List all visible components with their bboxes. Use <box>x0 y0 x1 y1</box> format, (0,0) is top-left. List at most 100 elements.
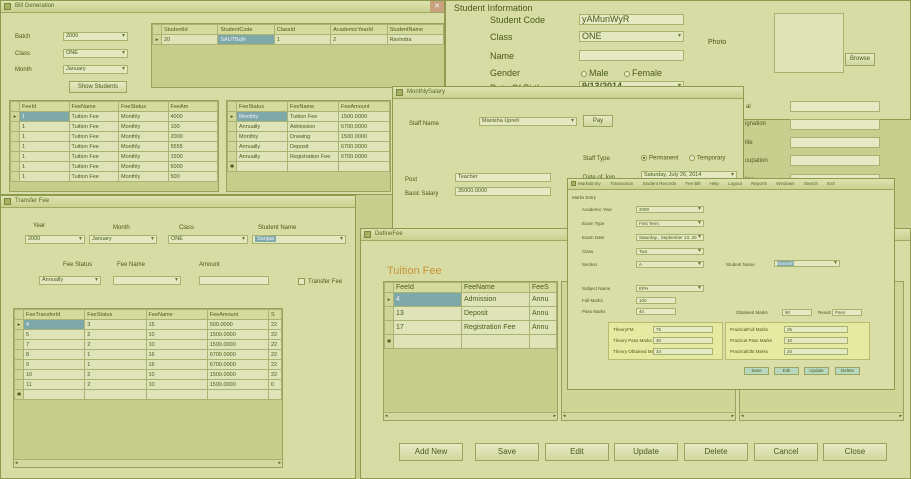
menu-windows[interactable]: Windows <box>776 181 794 186</box>
year-select[interactable]: 2000 <box>25 235 85 244</box>
post-field[interactable]: Teacher <box>455 173 551 182</box>
practical-pass-field[interactable]: 10 <box>784 337 848 344</box>
gender-male-radio[interactable]: Male <box>581 68 609 78</box>
right-field-1[interactable] <box>790 101 880 112</box>
temporary-radio[interactable]: Temporary <box>689 155 725 162</box>
column-header[interactable]: FeeAmount <box>338 101 390 112</box>
result-field[interactable]: Pass <box>832 309 862 316</box>
student-name-select[interactable]: Ramesh <box>774 260 840 267</box>
exam-date-picker[interactable]: Saturday , September 13, 20 <box>636 234 704 241</box>
table-row[interactable]: Annually Admission 6700.0000 <box>227 121 390 132</box>
marks-update-button[interactable]: Update <box>804 367 829 375</box>
section-select[interactable]: A <box>636 261 704 268</box>
column-header[interactable]: FeeName <box>145 309 208 320</box>
pass-marks-field[interactable]: 40 <box>636 308 676 315</box>
menu-student-records[interactable]: Student Records <box>643 181 677 186</box>
menu-logout[interactable]: Logout <box>728 181 742 186</box>
column-header[interactable]: FeeName <box>68 101 119 112</box>
right-field-4[interactable] <box>790 155 880 166</box>
column-header[interactable]: AcademicYearId <box>330 24 388 35</box>
menu-reports[interactable]: Reports <box>751 181 767 186</box>
save-button[interactable]: Save <box>475 443 539 461</box>
student-name-select[interactable]: Sanjaa <box>252 235 346 244</box>
table-row[interactable]: 5 2 10 1500.0000 22 <box>14 329 282 340</box>
menu-search[interactable]: Search <box>804 181 818 186</box>
fee-status-select[interactable]: Annually <box>39 276 101 285</box>
table-row[interactable]: Annually Deposit 6700.0000 <box>227 141 390 152</box>
month-select[interactable]: January <box>89 235 157 244</box>
student-code-field[interactable]: yAMunWyR <box>579 14 684 25</box>
marks-delete-button[interactable]: Delete <box>835 367 860 375</box>
table-row[interactable]: Annually Registration Fee 6700.0000 <box>227 151 390 162</box>
transfer-grid[interactable]: FeeTransferId FeeStatus FeeName FeeAmount S … <box>13 308 283 468</box>
new-row[interactable]: ✱ <box>384 334 557 349</box>
subject-name-select[interactable]: EPH <box>636 285 704 292</box>
cancel-button[interactable]: Cancel <box>754 443 818 461</box>
menu-fee-bill[interactable]: Fee Bill <box>685 181 700 186</box>
pay-button[interactable]: Pay <box>583 115 613 127</box>
table-row[interactable]: 1 Tuition Fee Monthly 1500 <box>10 151 218 162</box>
column-header[interactable]: FeeStatus <box>236 101 288 112</box>
close-icon[interactable]: ✕ <box>430 1 444 12</box>
marks-save-button[interactable]: Save <box>744 367 769 375</box>
class-select[interactable]: ONE <box>168 235 248 244</box>
table-row[interactable]: 1 Tuition Fee Monthly 5000 <box>10 161 218 172</box>
column-header[interactable]: FeeStatus <box>84 309 147 320</box>
menu-transaction[interactable]: Transaction <box>610 181 633 186</box>
month-select[interactable]: January <box>63 65 128 74</box>
transfer-fee-titlebar[interactable]: Transfer Fee <box>1 196 355 208</box>
practical-obtained-field[interactable]: 20 <box>784 348 848 355</box>
table-row[interactable]: 11 2 10 1500.0000 0 <box>14 379 282 390</box>
column-header[interactable]: FeeAm <box>167 101 218 112</box>
fee-grid[interactable]: FeeId FeeName FeeStatus FeeAm ▸ 1 Tuition Fee… <box>9 100 219 192</box>
student-grid[interactable]: StudentId StudentCode ClassId AcademicYearI… <box>151 23 444 88</box>
column-header[interactable]: StudentCode <box>217 24 275 35</box>
theory-pass-field[interactable]: 30 <box>653 337 713 344</box>
class-select[interactable]: ONE <box>579 31 684 42</box>
column-header[interactable]: FeeTransferId <box>22 309 86 320</box>
table-row[interactable]: ✱ <box>227 161 390 172</box>
new-row[interactable]: ✱ <box>14 389 282 400</box>
gender-female-radio[interactable]: Female <box>624 68 662 78</box>
exam-type-select[interactable]: First Term <box>636 220 704 227</box>
update-button[interactable]: Update <box>614 443 678 461</box>
horizontal-scrollbar[interactable]: ◂ ▸ <box>14 459 282 467</box>
column-header[interactable]: FeeS <box>529 282 557 293</box>
name-field[interactable] <box>579 50 684 61</box>
horizontal-scrollbar[interactable]: ◂ ▸ <box>562 412 735 420</box>
theory-obtained-field[interactable]: 34 <box>653 348 713 355</box>
staff-name-select[interactable]: Manisha Upreti <box>479 117 577 126</box>
batch-select[interactable]: 2000 <box>63 32 128 41</box>
fee-status-grid[interactable]: FeeStatus FeeName FeeAmount ▸ Monthly Tuitio… <box>226 100 391 192</box>
academic-year-select[interactable]: 2000 <box>636 206 704 213</box>
table-row[interactable]: 1 Tuition Fee Monthly 500 <box>10 171 218 182</box>
table-row[interactable]: 7 2 10 1500.0000 22 <box>14 339 282 350</box>
column-header[interactable]: StudentName <box>386 24 444 35</box>
class-select[interactable]: ONE <box>63 49 128 58</box>
column-header[interactable]: FeeId <box>393 282 462 293</box>
horizontal-scrollbar[interactable]: ◂ ▸ <box>740 412 903 420</box>
obtained-marks-field[interactable]: 90 <box>782 309 812 316</box>
table-row[interactable]: ▸ 20 SAUTBqN 1 2 Ravindra <box>152 34 444 45</box>
table-row[interactable]: 8 1 16 6700.0000 22 <box>14 349 282 360</box>
table-row[interactable]: 1 Tuition Fee Monthly 100 <box>10 121 218 132</box>
column-header[interactable]: FeeName <box>287 101 339 112</box>
basic-salary-field[interactable]: 35000.0000 <box>455 187 551 196</box>
column-header[interactable]: FeeName <box>461 282 530 293</box>
permanent-radio[interactable]: Permanent <box>641 155 678 162</box>
column-header[interactable]: FeeStatus <box>118 101 169 112</box>
theory-fm-field[interactable]: 75 <box>653 326 713 333</box>
edit-button[interactable]: Edit <box>545 443 609 461</box>
fee-name-select[interactable] <box>113 276 181 285</box>
horizontal-scrollbar[interactable]: ◂ ▸ <box>384 412 557 420</box>
marks-edit-button[interactable]: Edit <box>774 367 799 375</box>
full-marks-field[interactable]: 100 <box>636 297 676 304</box>
column-header[interactable]: S <box>268 309 282 320</box>
table-row[interactable]: ▸ Monthly Tuition Fee 1500.0000 <box>227 111 390 122</box>
table-row[interactable]: ▸ 4 3 15 500.0000 22 <box>14 319 282 330</box>
close-button[interactable]: Close <box>823 443 887 461</box>
menu-exit[interactable]: Exit <box>827 181 835 186</box>
class-select[interactable]: Two <box>636 248 704 255</box>
table-row[interactable]: 9 1 16 6700.0000 22 <box>14 359 282 370</box>
right-field-2[interactable] <box>790 119 880 130</box>
